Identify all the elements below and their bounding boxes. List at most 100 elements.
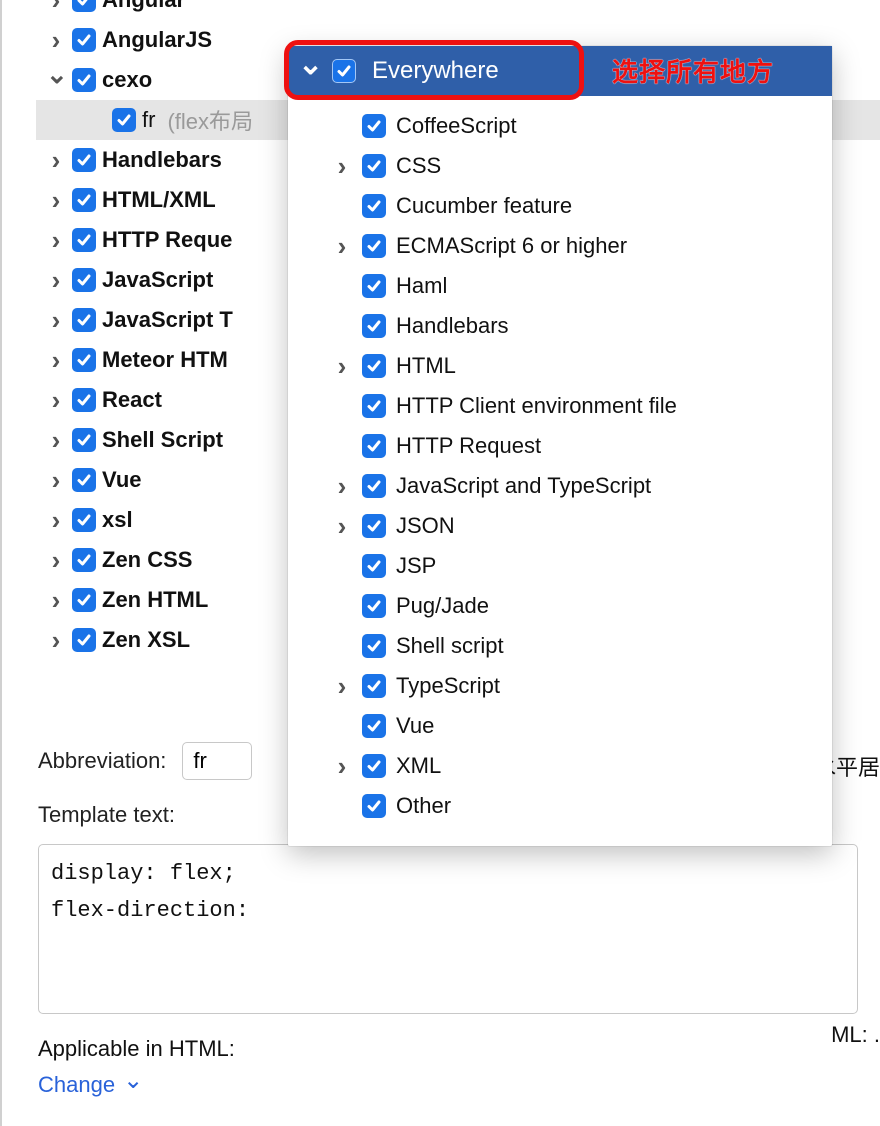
chevron-right-icon[interactable]: [46, 347, 66, 374]
checkbox[interactable]: [72, 28, 96, 52]
checkbox[interactable]: [362, 594, 386, 618]
checkbox[interactable]: [362, 114, 386, 138]
context-item-label: Haml: [396, 273, 447, 299]
chevron-right-icon[interactable]: [46, 507, 66, 534]
context-item[interactable]: Vue: [288, 706, 832, 746]
checkbox[interactable]: [72, 308, 96, 332]
chevron-right-icon[interactable]: [46, 147, 66, 174]
checkbox[interactable]: [72, 468, 96, 492]
chevron-right-icon[interactable]: [332, 753, 352, 780]
check-icon: [366, 678, 382, 694]
checkbox[interactable]: [362, 154, 386, 178]
chevron-right-icon[interactable]: [46, 627, 66, 654]
checkbox[interactable]: [72, 0, 96, 12]
chevron-right-icon[interactable]: [46, 467, 66, 494]
checkbox[interactable]: [362, 714, 386, 738]
checkbox[interactable]: [362, 274, 386, 298]
checkbox[interactable]: [72, 628, 96, 652]
context-item[interactable]: Haml: [288, 266, 832, 306]
chevron-right-icon[interactable]: [46, 267, 66, 294]
chevron-right-icon[interactable]: [332, 233, 352, 260]
checkbox[interactable]: [362, 394, 386, 418]
context-item[interactable]: Shell script: [288, 626, 832, 666]
checkbox[interactable]: [72, 588, 96, 612]
checkbox[interactable]: [362, 754, 386, 778]
check-icon: [76, 352, 92, 368]
checkbox[interactable]: [362, 434, 386, 458]
check-icon: [76, 592, 92, 608]
chevron-right-icon[interactable]: [46, 187, 66, 214]
checkbox[interactable]: [362, 234, 386, 258]
context-item[interactable]: HTML: [288, 346, 832, 386]
chevron-right-icon[interactable]: [46, 587, 66, 614]
abbreviation-label: Abbreviation:: [38, 748, 166, 774]
checkbox[interactable]: [362, 314, 386, 338]
context-item[interactable]: CoffeeScript: [288, 106, 832, 146]
context-item[interactable]: TypeScript: [288, 666, 832, 706]
chevron-right-icon[interactable]: [332, 673, 352, 700]
chevron-right-icon[interactable]: [332, 513, 352, 540]
checkbox[interactable]: [72, 228, 96, 252]
check-icon: [366, 478, 382, 494]
checkbox[interactable]: [362, 194, 386, 218]
check-icon: [76, 512, 92, 528]
chevron-right-icon[interactable]: [46, 387, 66, 414]
checkbox[interactable]: [362, 554, 386, 578]
tree-item-label: Zen XSL: [102, 627, 190, 653]
checkbox[interactable]: [362, 674, 386, 698]
checkbox[interactable]: [362, 474, 386, 498]
chevron-right-icon[interactable]: [46, 547, 66, 574]
checkbox[interactable]: [72, 268, 96, 292]
context-item[interactable]: JavaScript and TypeScript: [288, 466, 832, 506]
context-popup: Everywhere CoffeeScriptCSSCucumber featu…: [288, 46, 832, 846]
check-icon: [336, 63, 352, 79]
abbreviation-input[interactable]: [182, 742, 252, 780]
context-item-label: Vue: [396, 713, 434, 739]
chevron-right-icon[interactable]: [46, 0, 66, 14]
checkbox[interactable]: [72, 508, 96, 532]
chevron-down-icon[interactable]: [46, 67, 66, 94]
checkbox[interactable]: [112, 108, 136, 132]
checkbox[interactable]: [72, 428, 96, 452]
context-item[interactable]: ECMAScript 6 or higher: [288, 226, 832, 266]
checkbox[interactable]: [72, 548, 96, 572]
tree-item[interactable]: Angular: [36, 0, 880, 20]
chevron-right-icon[interactable]: [46, 307, 66, 334]
context-item[interactable]: Pug/Jade: [288, 586, 832, 626]
change-context-link[interactable]: Change: [38, 1070, 858, 1099]
context-item[interactable]: XML: [288, 746, 832, 786]
template-text-area[interactable]: display: flex; flex-direction:: [38, 844, 858, 1014]
context-item[interactable]: HTTP Request: [288, 426, 832, 466]
checkbox[interactable]: [362, 514, 386, 538]
checkbox[interactable]: [72, 348, 96, 372]
checkbox-everywhere[interactable]: [332, 59, 356, 83]
context-item[interactable]: CSS: [288, 146, 832, 186]
chevron-right-icon[interactable]: [46, 27, 66, 54]
context-item[interactable]: Other: [288, 786, 832, 826]
chevron-right-icon[interactable]: [46, 227, 66, 254]
check-icon: [366, 718, 382, 734]
checkbox[interactable]: [362, 634, 386, 658]
check-icon: [366, 598, 382, 614]
context-item[interactable]: Handlebars: [288, 306, 832, 346]
checkbox[interactable]: [72, 68, 96, 92]
context-item[interactable]: HTTP Client environment file: [288, 386, 832, 426]
popup-header-everywhere[interactable]: Everywhere: [288, 46, 832, 96]
check-icon: [76, 232, 92, 248]
change-label: Change: [38, 1072, 115, 1098]
chevron-right-icon[interactable]: [332, 153, 352, 180]
context-item[interactable]: Cucumber feature: [288, 186, 832, 226]
check-icon: [366, 398, 382, 414]
chevron-right-icon[interactable]: [332, 353, 352, 380]
chevron-right-icon[interactable]: [46, 427, 66, 454]
context-item[interactable]: JSP: [288, 546, 832, 586]
checkbox[interactable]: [362, 794, 386, 818]
chevron-right-icon[interactable]: [332, 473, 352, 500]
context-item[interactable]: JSON: [288, 506, 832, 546]
context-item-label: HTML: [396, 353, 456, 379]
checkbox[interactable]: [362, 354, 386, 378]
checkbox[interactable]: [72, 188, 96, 212]
checkbox[interactable]: [72, 148, 96, 172]
check-icon: [366, 238, 382, 254]
checkbox[interactable]: [72, 388, 96, 412]
